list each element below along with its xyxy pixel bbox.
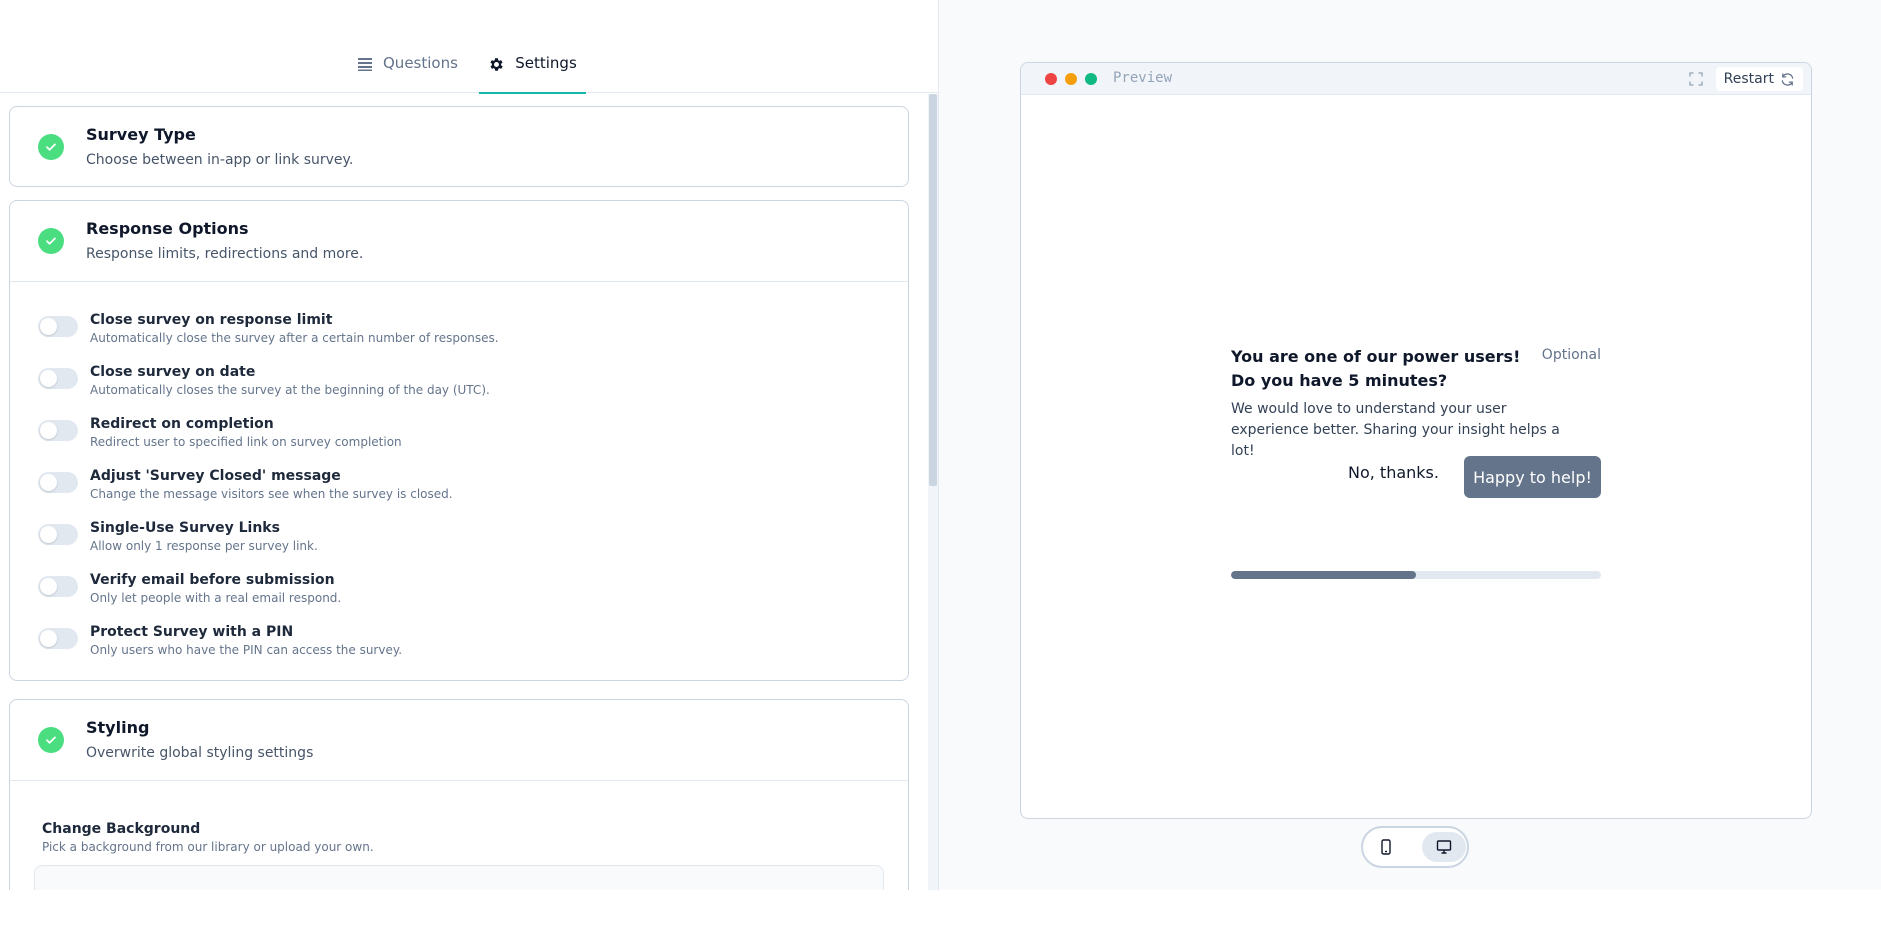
styling-body: Change Background Pick a background from… — [10, 780, 908, 890]
option-description: Change the message visitors see when the… — [90, 487, 453, 501]
background-picker[interactable] — [34, 865, 884, 890]
optional-label: Optional — [1541, 347, 1601, 363]
change-background-title: Change Background — [42, 821, 201, 837]
survey-type-title: Survey Type — [86, 125, 196, 144]
response-options-card: Response Options Response limits, redire… — [9, 200, 909, 681]
response-options-subtitle: Response limits, redirections and more. — [86, 246, 364, 262]
option-description: Allow only 1 response per survey link. — [90, 539, 318, 553]
response-options-body: Close survey on response limit Automatic… — [10, 281, 908, 680]
check-icon — [38, 727, 64, 753]
close-on-limit-toggle[interactable] — [38, 316, 78, 337]
tab-settings-label: Settings — [515, 54, 577, 72]
response-options-title: Response Options — [86, 219, 249, 238]
refresh-icon — [1781, 72, 1794, 86]
restart-button[interactable]: Restart — [1715, 67, 1803, 91]
restart-label: Restart — [1723, 71, 1774, 87]
smartphone-icon — [1381, 839, 1391, 855]
option-description: Redirect user to specified link on surve… — [90, 435, 402, 449]
redirect-toggle[interactable] — [38, 420, 78, 441]
check-icon — [38, 134, 64, 160]
preview-window-bar: Preview Restart — [1021, 63, 1811, 95]
tab-settings[interactable]: Settings — [479, 54, 586, 94]
option-title: Close survey on response limit — [90, 312, 333, 328]
option-title: Redirect on completion — [90, 416, 274, 432]
tab-questions[interactable]: Questions — [357, 54, 458, 94]
question-headline: You are one of our power users! Do you h… — [1231, 347, 1521, 390]
change-background-description: Pick a background from our library or up… — [42, 840, 374, 854]
option-description: Automatically close the survey after a c… — [90, 331, 499, 345]
device-toggle — [1361, 826, 1469, 868]
survey-type-card-header[interactable]: Survey Type Choose between in-app or lin… — [10, 107, 908, 186]
pin-toggle[interactable] — [38, 628, 78, 649]
survey-card: You are one of our power users! Do you h… — [1231, 345, 1601, 579]
scrollbar-thumb[interactable] — [929, 94, 937, 486]
desktop-view-button[interactable] — [1422, 832, 1466, 862]
option-description: Only let people with a real email respon… — [90, 591, 342, 605]
option-title: Close survey on date — [90, 364, 256, 380]
editor-tabs: Questions Settings — [0, 0, 938, 94]
question-subheader: We would love to understand your user ex… — [1231, 401, 1560, 459]
dismiss-button[interactable]: No, thanks. — [1348, 463, 1439, 482]
survey-progress-bar — [1231, 571, 1601, 579]
close-on-date-toggle[interactable] — [38, 368, 78, 389]
editor-panel: Questions Settings Survey Type Choose be… — [0, 0, 938, 890]
monitor-icon — [1436, 840, 1452, 854]
survey-type-card: Survey Type Choose between in-app or lin… — [9, 106, 909, 187]
gear-icon — [490, 58, 503, 71]
survey-progress-fill — [1231, 571, 1416, 579]
single-use-toggle[interactable] — [38, 524, 78, 545]
styling-card: Styling Overwrite global styling setting… — [9, 699, 909, 890]
check-icon — [38, 228, 64, 254]
verify-email-toggle[interactable] — [38, 576, 78, 597]
preview-label: Preview — [1113, 70, 1173, 86]
option-title: Single-Use Survey Links — [90, 520, 280, 536]
window-maximize-dot — [1085, 73, 1097, 85]
window-close-dot — [1045, 73, 1057, 85]
preview-panel: Preview Restart You are one of our power… — [938, 0, 1881, 890]
mobile-view-button[interactable] — [1364, 832, 1408, 862]
window-minimize-dot — [1065, 73, 1077, 85]
option-description: Automatically closes the survey at the b… — [90, 383, 490, 397]
expand-icon[interactable] — [1689, 71, 1703, 90]
option-title: Adjust 'Survey Closed' message — [90, 468, 341, 484]
styling-card-header[interactable]: Styling Overwrite global styling setting… — [10, 700, 908, 780]
styling-title: Styling — [86, 718, 150, 737]
closed-message-toggle[interactable] — [38, 472, 78, 493]
response-options-card-header[interactable]: Response Options Response limits, redire… — [10, 201, 908, 281]
styling-subtitle: Overwrite global styling settings — [86, 745, 314, 761]
survey-buttons: No, thanks. Happy to help! — [1231, 456, 1601, 498]
option-title: Protect Survey with a PIN — [90, 624, 294, 640]
accept-button[interactable]: Happy to help! — [1464, 456, 1601, 498]
option-description: Only users who have the PIN can access t… — [90, 643, 403, 657]
list-icon — [358, 58, 372, 71]
settings-scroll-area[interactable]: Survey Type Choose between in-app or lin… — [0, 94, 938, 890]
survey-type-subtitle: Choose between in-app or link survey. — [86, 152, 354, 168]
preview-window: Preview Restart You are one of our power… — [1020, 62, 1812, 819]
tab-questions-label: Questions — [383, 54, 458, 72]
option-title: Verify email before submission — [90, 572, 335, 588]
